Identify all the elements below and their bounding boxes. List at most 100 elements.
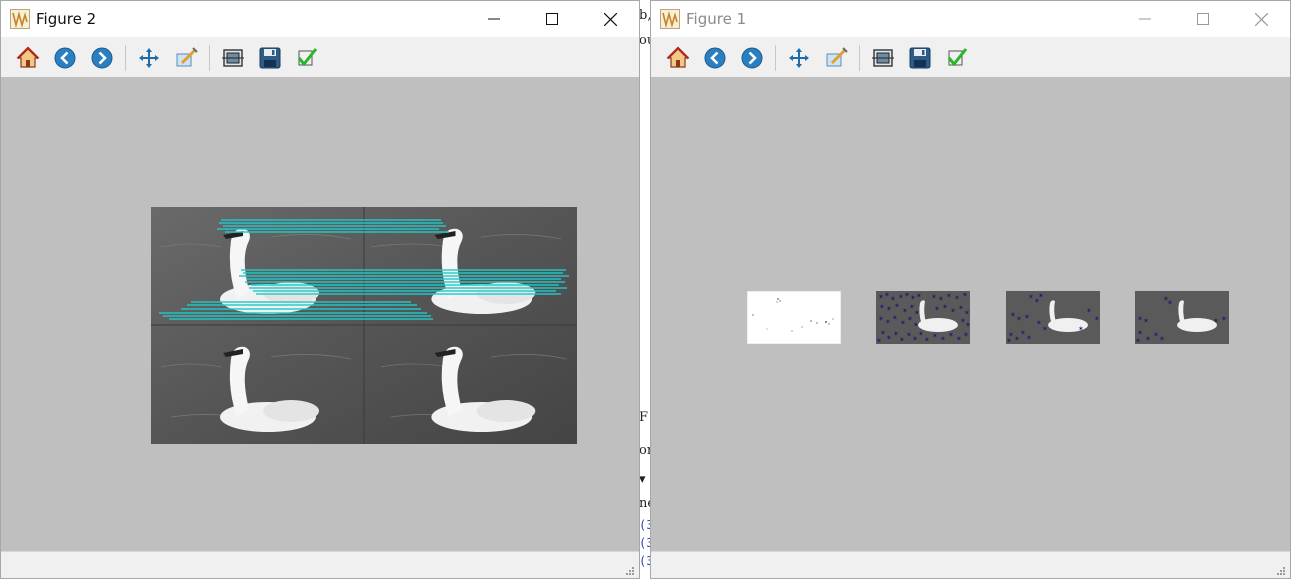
- pan-button[interactable]: [132, 43, 166, 73]
- svg-text:✶: ✶: [1137, 329, 1143, 337]
- svg-text:✶: ✶: [1026, 334, 1032, 342]
- home-icon: [666, 45, 690, 68]
- edit-parameters-button[interactable]: [940, 43, 974, 73]
- status-bar: [651, 551, 1290, 578]
- status-bar: [1, 551, 639, 578]
- svg-text:✶: ✶: [954, 294, 960, 302]
- home-button[interactable]: [661, 43, 695, 73]
- pan-icon: [789, 47, 809, 68]
- toolbar-separator: [859, 44, 860, 71]
- minimize-button[interactable]: [465, 1, 523, 37]
- toolbar-separator: [125, 44, 126, 71]
- svg-text:✶: ✶: [1038, 292, 1044, 300]
- back-arrow-icon: [704, 47, 726, 68]
- pan-button[interactable]: [782, 43, 816, 73]
- svg-text:✶: ✶: [940, 335, 946, 343]
- svg-text:✶: ✶: [1213, 317, 1219, 325]
- svg-text:✶: ✶: [1145, 335, 1151, 343]
- svg-text:✶: ✶: [1143, 317, 1149, 325]
- forward-button[interactable]: [85, 43, 119, 73]
- zoom-button[interactable]: [169, 43, 203, 73]
- svg-text:✶: ✶: [1024, 313, 1030, 321]
- subplots-icon: [872, 48, 894, 67]
- home-icon: [16, 45, 40, 68]
- forward-button[interactable]: [735, 43, 769, 73]
- svg-text:✶: ✶: [894, 302, 900, 310]
- resize-grip-icon[interactable]: [623, 564, 635, 576]
- svg-text:✶: ✶: [1006, 337, 1012, 344]
- svg-text:✶: ✶: [1221, 315, 1227, 323]
- toolbar-separator: [775, 44, 776, 71]
- feature-match-image: [151, 207, 577, 444]
- svg-text:✶: ✶: [938, 295, 944, 303]
- zoom-icon: [826, 46, 848, 66]
- svg-text:✶: ✶: [902, 307, 908, 315]
- svg-text:✶: ✶: [932, 332, 938, 340]
- title-bar[interactable]: Figure 2: [1, 1, 639, 37]
- save-button[interactable]: [903, 43, 937, 73]
- svg-text:✶: ✶: [1078, 325, 1084, 333]
- zoom-icon: [176, 46, 198, 66]
- forward-arrow-icon: [741, 47, 763, 68]
- minimize-button[interactable]: [1116, 1, 1174, 37]
- home-button[interactable]: [11, 43, 45, 73]
- figure-1-window: Figure 1 ✶ ✶ ✶ ✶ ✶ ✶ ✶ ✶ ✶ ✶ ✶ ✶ ✶ ✶ ✶ ✶…: [650, 0, 1291, 579]
- back-button[interactable]: [698, 43, 732, 73]
- svg-text:✶: ✶: [964, 309, 970, 317]
- svg-text:✶: ✶: [876, 337, 882, 344]
- subplots-button[interactable]: [216, 43, 250, 73]
- title-bar[interactable]: Figure 1: [651, 1, 1290, 37]
- svg-text:✶: ✶: [934, 305, 940, 313]
- bg-text-fragment: F: [639, 410, 649, 425]
- matplotlib-icon: [660, 9, 680, 29]
- figure-canvas[interactable]: ✶ ✶ ✶ ✶ ✶ ✶ ✶ ✶ ✶ ✶ ✶ ✶ ✶ ✶ ✶ ✶ ✶ ✶ ✶ ✶ ✶ ✶ ✶ ✶ ✶ ✶ ✶ ✶ ✶ ✶ ✶ ✶…: [651, 77, 1290, 551]
- save-button[interactable]: [253, 43, 287, 73]
- figure-canvas[interactable]: [1, 77, 639, 551]
- svg-text:✶: ✶: [892, 314, 898, 322]
- svg-text:✶: ✶: [1042, 325, 1048, 333]
- close-button[interactable]: [1232, 1, 1290, 37]
- edit-parameters-button[interactable]: [290, 43, 324, 73]
- svg-text:✶: ✶: [965, 321, 970, 329]
- svg-text:✶: ✶: [914, 309, 920, 317]
- zoom-button[interactable]: [819, 43, 853, 73]
- svg-text:✶: ✶: [1135, 337, 1141, 344]
- svg-text:✶: ✶: [956, 335, 962, 343]
- close-button[interactable]: [581, 1, 639, 37]
- svg-text:✶: ✶: [1159, 335, 1165, 343]
- keypoints-medium-thumbnail: ✶ ✶✶ ✶ ✶ ✶ ✶ ✶✶✶ ✶✶✶✶ ✶✶: [1006, 291, 1100, 344]
- desktop: b, ou F or ▾ ne (3 (3 (3 Figure 2 Figure…: [0, 0, 1291, 579]
- svg-text:✶: ✶: [1167, 299, 1173, 307]
- svg-text:✶: ✶: [1094, 315, 1100, 323]
- subplots-button[interactable]: [866, 43, 900, 73]
- svg-text:✶: ✶: [878, 315, 884, 323]
- window-title: Figure 2: [36, 10, 97, 28]
- matplotlib-icon: [10, 9, 30, 29]
- svg-text:✶: ✶: [962, 291, 968, 299]
- svg-text:✶: ✶: [942, 303, 948, 311]
- maximize-button[interactable]: [523, 1, 581, 37]
- navigation-toolbar: [1, 39, 639, 76]
- pan-icon: [139, 47, 159, 68]
- back-button[interactable]: [48, 43, 82, 73]
- svg-text:✶: ✶: [946, 292, 952, 300]
- back-arrow-icon: [54, 47, 76, 68]
- svg-text:✶: ✶: [886, 305, 892, 313]
- maximize-button[interactable]: [1174, 1, 1232, 37]
- svg-text:✶: ✶: [950, 307, 956, 315]
- svg-text:✶: ✶: [886, 334, 892, 342]
- forward-arrow-icon: [91, 47, 113, 68]
- resize-grip-icon[interactable]: [1274, 564, 1286, 576]
- svg-text:✶: ✶: [916, 292, 922, 300]
- svg-text:✶: ✶: [900, 319, 906, 327]
- svg-text:✶: ✶: [1086, 307, 1092, 315]
- binary-mask-thumbnail: [747, 291, 841, 344]
- svg-text:✶: ✶: [948, 331, 954, 339]
- save-icon: [909, 47, 931, 68]
- keypoints-dense-thumbnail: ✶ ✶ ✶ ✶ ✶ ✶ ✶ ✶ ✶ ✶ ✶ ✶ ✶ ✶ ✶✶ ✶✶ ✶ ✶ ✶ ✶✶ ✶ ✶ ✶✶ ✶✶ ✶ ✶ ✶…: [876, 291, 970, 344]
- svg-text:✶: ✶: [924, 336, 930, 344]
- svg-text:✶: ✶: [931, 293, 937, 301]
- navigation-toolbar: [651, 39, 1290, 76]
- keypoints-sparse-thumbnail: ✶✶ ✶ ✶ ✶✶ ✶ ✶ ✶ ✶✶: [1135, 291, 1229, 344]
- svg-text:✶: ✶: [913, 321, 919, 329]
